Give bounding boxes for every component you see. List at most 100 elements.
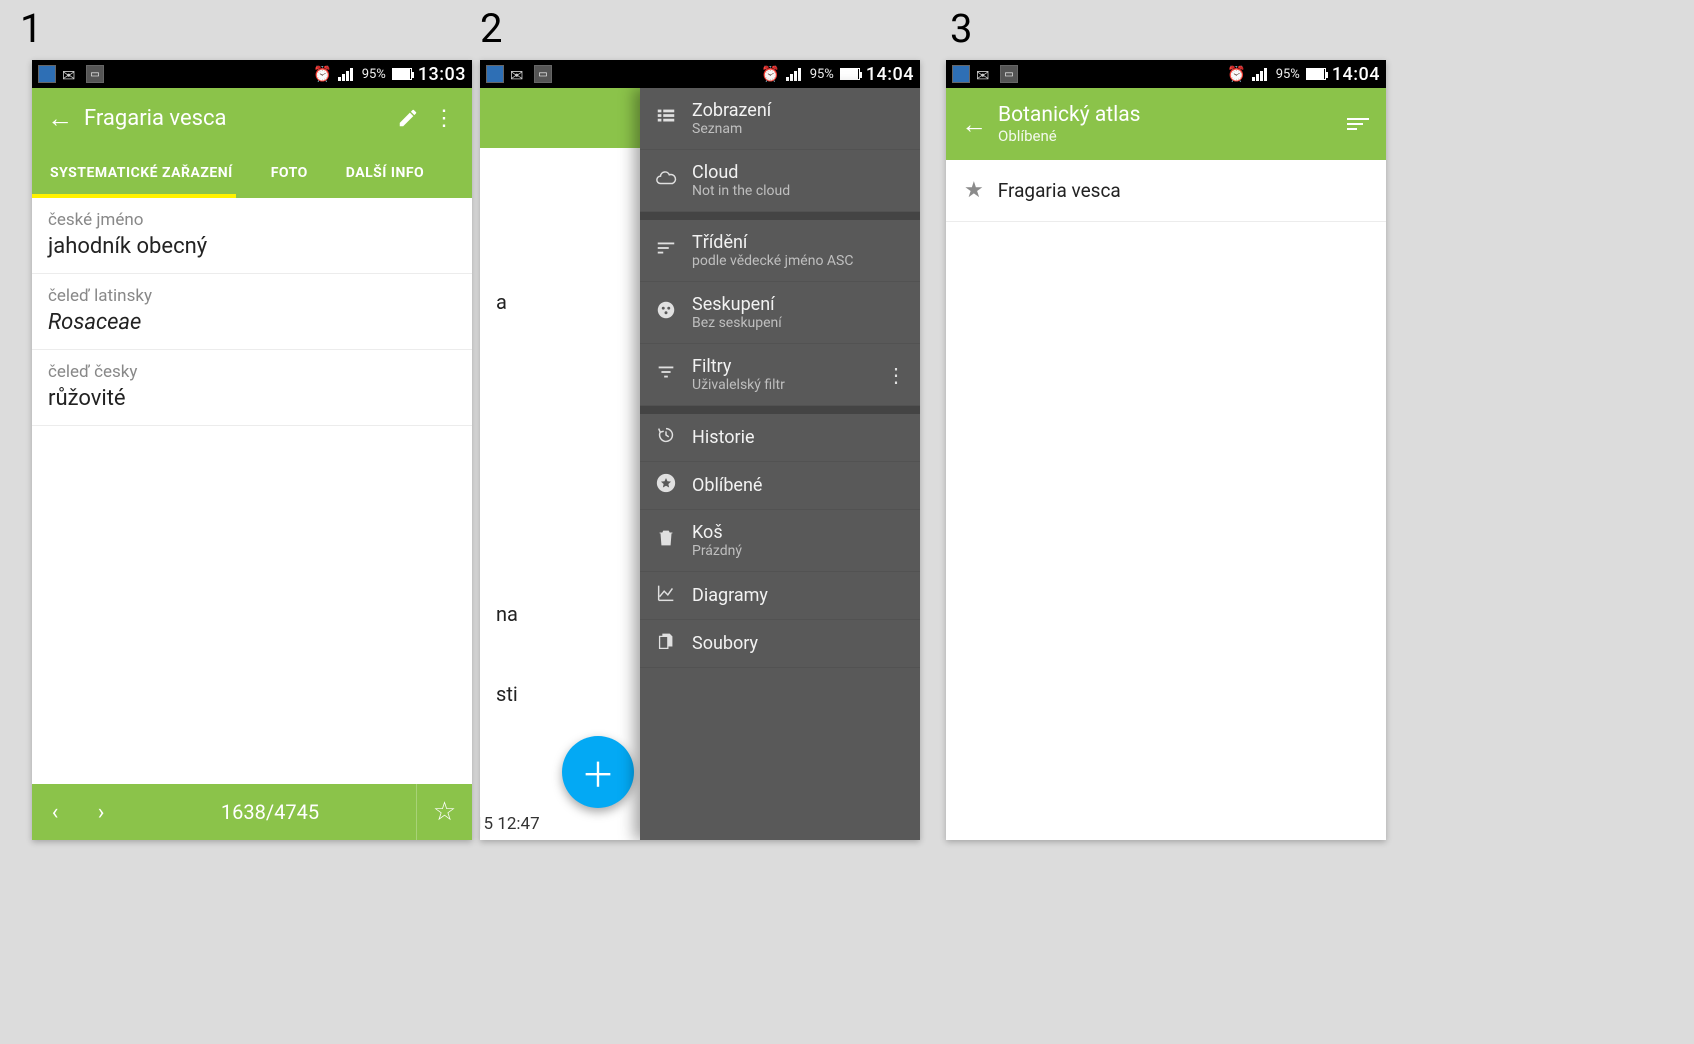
mail-icon (510, 67, 528, 81)
page-title: Fragaria vesca (84, 106, 390, 131)
drawer-item-trideni[interactable]: Tříděnípodle vědecké jméno ASC (640, 220, 920, 282)
drawer-label: Soubory (692, 633, 758, 654)
drawer-label: Zobrazení (692, 100, 771, 121)
next-record-button[interactable]: › (78, 800, 124, 825)
field-value: Rosaceae (48, 310, 456, 335)
status-bar: ▭ 95% 13:03 (32, 60, 472, 88)
drawer-label: Oblíbené (692, 475, 762, 496)
tab-systematic[interactable]: SYSTEMATICKÉ ZAŘAZENÍ (50, 165, 233, 181)
sort-icon (1347, 118, 1369, 130)
signal-icon (338, 67, 356, 81)
files-icon (654, 630, 678, 657)
status-image-icon: ▭ (534, 65, 552, 83)
battery-percent: 95% (1276, 67, 1300, 82)
battery-percent: 95% (362, 67, 386, 82)
page-subtitle: Oblíbené (998, 127, 1340, 145)
alarm-icon (1227, 65, 1246, 83)
drawer-item-diagramy[interactable]: Diagramy (640, 572, 920, 620)
status-bar: ▭ 95% 14:04 (480, 60, 920, 88)
field-value: růžovité (48, 386, 456, 411)
battery-icon (392, 68, 412, 80)
alarm-icon (313, 65, 332, 83)
tab-indicator (32, 194, 236, 198)
field-family-latin[interactable]: čeleď latinsky Rosaceae (32, 274, 472, 350)
overflow-menu-button[interactable]: ⋮ (426, 106, 462, 131)
detail-list: české jméno jahodník obecný čeleď latins… (32, 198, 472, 426)
battery-icon (840, 68, 860, 80)
pencil-icon (397, 107, 419, 129)
back-button[interactable]: ← (956, 106, 992, 142)
drawer-item-filtry[interactable]: FiltryUživalelský filtr ⋮ (640, 344, 920, 406)
edit-button[interactable] (390, 107, 426, 129)
signal-icon (1252, 67, 1270, 81)
back-button[interactable]: ← (42, 100, 78, 136)
field-family-czech[interactable]: čeleď česky růžovité (32, 350, 472, 426)
drawer-item-cloud[interactable]: CloudNot in the cloud (640, 150, 920, 212)
history-icon (654, 424, 678, 451)
drawer-sublabel: Not in the cloud (692, 183, 790, 199)
mail-icon (62, 67, 80, 81)
field-label: čeleď latinsky (48, 286, 456, 306)
screenshot-number: 2 (480, 5, 502, 52)
tab-dalsi-info[interactable]: DALŠÍ INFO (346, 165, 424, 181)
drawer-item-historie[interactable]: Historie (640, 414, 920, 462)
page-title: Botanický atlas (998, 103, 1340, 127)
battery-icon (1306, 68, 1326, 80)
drawer-item-soubory[interactable]: Soubory (640, 620, 920, 668)
drawer-label: Seskupení (692, 294, 782, 315)
drawer-item-oblibene[interactable]: Oblíbené (640, 462, 920, 510)
star-icon: ★ (964, 178, 984, 203)
drawer-sublabel: Seznam (692, 121, 771, 137)
favorite-toggle[interactable]: ☆ (416, 784, 472, 840)
drawer-item-kos[interactable]: KošPrázdný (640, 510, 920, 572)
screenshot-2: ▭ 95% 14:04 ⋮ a na sti 15 12:47 ＋ (480, 60, 920, 840)
drawer-divider (640, 406, 920, 414)
filter-overflow-button[interactable]: ⋮ (886, 363, 906, 387)
signal-icon (786, 67, 804, 81)
status-app-icon (486, 65, 504, 83)
screenshot-3: ▭ 95% 14:04 ← Botanický atlas Oblíbené ★… (946, 60, 1386, 840)
mail-icon (976, 67, 994, 81)
clock-time: 14:04 (866, 64, 914, 85)
prev-record-button[interactable]: ‹ (32, 800, 78, 825)
filter-icon (654, 361, 678, 388)
screenshot-number: 3 (950, 5, 972, 52)
list-item-label: Fragaria vesca (998, 179, 1121, 202)
drawer-label: Diagramy (692, 585, 768, 606)
cloud-icon (654, 167, 678, 194)
app-bar: ← Fragaria vesca ⋮ SYSTEMATICKÉ ZAŘAZENÍ… (32, 88, 472, 198)
sort-button[interactable] (1340, 118, 1376, 130)
screenshot-1: ▭ 95% 13:03 ← Fragaria vesca ⋮ SYSTEMATI… (32, 60, 472, 840)
fab-add-button[interactable]: ＋ (562, 736, 634, 808)
drawer-label: Cloud (692, 162, 790, 183)
record-counter: 1638/4745 (124, 800, 416, 824)
drawer-item-zobrazeni[interactable]: ZobrazeníSeznam (640, 88, 920, 150)
battery-percent: 95% (810, 67, 834, 82)
drawer-label: Historie (692, 427, 755, 448)
status-app-icon (38, 65, 56, 83)
group-icon (654, 299, 678, 326)
chart-icon (654, 582, 678, 609)
trash-icon (654, 527, 678, 554)
field-value: jahodník obecný (48, 234, 456, 259)
drawer-sublabel: Prázdný (692, 543, 742, 559)
clock-time: 13:03 (418, 64, 466, 85)
list-item[interactable]: ★ Fragaria vesca (946, 160, 1386, 222)
tab-foto[interactable]: FOTO (271, 165, 308, 181)
side-drawer: ZobrazeníSeznam CloudNot in the cloud Tř… (640, 88, 920, 840)
drawer-divider (640, 212, 920, 220)
drawer-label: Koš (692, 522, 742, 543)
field-czech-name[interactable]: české jméno jahodník obecný (32, 198, 472, 274)
status-bar: ▭ 95% 14:04 (946, 60, 1386, 88)
footer-bar: ‹ › 1638/4745 ☆ (32, 784, 472, 840)
status-image-icon: ▭ (86, 65, 104, 83)
list-view-icon (654, 105, 678, 132)
drawer-item-seskupeni[interactable]: SeskupeníBez seskupení (640, 282, 920, 344)
sort-icon (654, 237, 678, 264)
clock-time: 14:04 (1332, 64, 1380, 85)
status-app-icon (952, 65, 970, 83)
alarm-icon (761, 65, 780, 83)
screenshot-number: 1 (20, 5, 42, 52)
drawer-sublabel: Uživalelský filtr (692, 377, 785, 393)
favorites-list: ★ Fragaria vesca (946, 160, 1386, 222)
